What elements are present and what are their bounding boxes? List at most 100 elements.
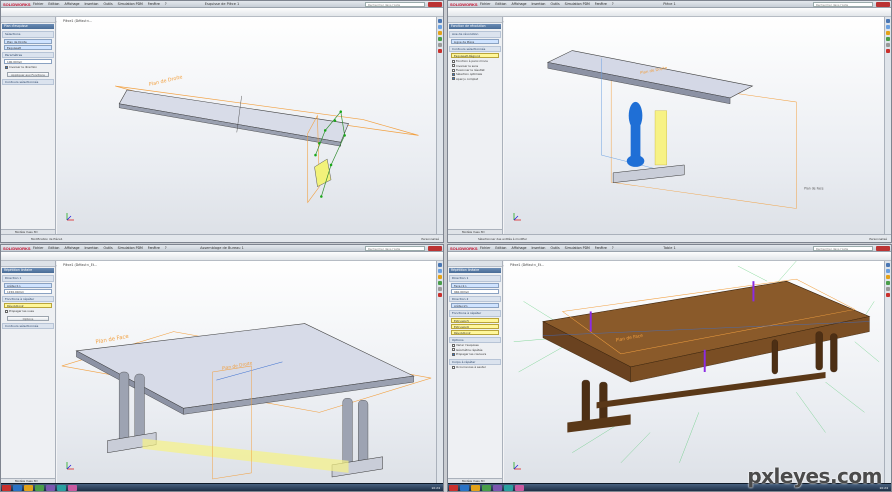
checkbox-row[interactable]: Inverser la direction <box>1 65 55 69</box>
model-view[interactable]: Plan de Face <box>504 261 884 483</box>
selection-box[interactable]: 100.00mm <box>4 59 52 65</box>
task-pane-icon[interactable] <box>438 43 442 47</box>
checkbox[interactable] <box>5 65 8 69</box>
taskbar-app-icon[interactable] <box>493 485 502 491</box>
property-group-header[interactable]: Fonctions à répéter <box>2 295 54 303</box>
task-pane-icon[interactable] <box>438 19 442 23</box>
selection-box[interactable]: Extrusion6 <box>451 323 499 329</box>
property-group-header[interactable]: Contours sélectionnés <box>449 45 501 53</box>
checkbox[interactable] <box>452 365 455 369</box>
taskbar-app-icon[interactable] <box>57 485 66 491</box>
checkbox[interactable] <box>452 343 455 347</box>
task-pane-icon[interactable] <box>438 37 442 41</box>
task-pane-icon[interactable] <box>886 269 890 273</box>
task-pane-icon[interactable] <box>886 19 890 23</box>
panel-tabs[interactable] <box>448 17 502 23</box>
task-pane-icon[interactable] <box>438 31 442 35</box>
task-pane-icon[interactable] <box>438 275 442 279</box>
window-controls[interactable] <box>876 246 890 251</box>
checkbox[interactable] <box>5 309 8 313</box>
panel-tabs[interactable] <box>1 261 55 267</box>
taskbar-app-icon[interactable] <box>24 485 33 491</box>
taskbar-app-icon[interactable] <box>68 485 77 491</box>
window-controls[interactable] <box>876 2 890 7</box>
units-indicator[interactable]: Personnalisé <box>869 235 887 242</box>
property-group-header[interactable]: Contours sélectionnés <box>2 322 54 330</box>
checkbox[interactable] <box>452 348 455 352</box>
panel-tabs[interactable] <box>1 17 55 23</box>
task-pane-icon[interactable] <box>886 287 890 291</box>
taskbar-app-icon[interactable] <box>46 485 55 491</box>
option-button[interactable]: Options <box>7 315 49 321</box>
task-pane-icon[interactable] <box>438 287 442 291</box>
task-pane-icon[interactable] <box>886 293 890 297</box>
task-pane-icon[interactable] <box>438 25 442 29</box>
property-group-header[interactable]: Corps à répéter <box>449 358 501 366</box>
feature-tree-breadcrumb[interactable]: Pièce1 (Défaut<_Et... <box>510 263 544 267</box>
selection-box[interactable]: Révolution2 <box>451 329 499 335</box>
help-search-input[interactable]: Rechercher dans l'Aide <box>813 2 873 7</box>
taskbar-app-icon[interactable] <box>449 485 458 491</box>
task-pane-icon[interactable] <box>886 25 890 29</box>
selection-box[interactable]: Arête<1> <box>4 282 52 288</box>
checkbox-row[interactable]: Occurrences à sauter <box>448 365 502 369</box>
task-pane-icon[interactable] <box>438 263 442 267</box>
task-pane-icon[interactable] <box>886 31 890 35</box>
task-pane-icon[interactable] <box>886 263 890 267</box>
selection-box[interactable]: Esquisse8 <box>4 44 52 50</box>
taskbar-app-icon[interactable] <box>482 485 491 491</box>
option-button[interactable]: Appliquer aux Fonctions <box>7 71 49 77</box>
selection-box[interactable]: Arête<2> <box>451 303 499 309</box>
taskbar-app-icon[interactable] <box>504 485 513 491</box>
selection-box[interactable]: 940.00mm <box>451 288 499 294</box>
help-search-input[interactable]: Rechercher dans l'Aide <box>365 2 425 7</box>
model-view[interactable]: Plan de Droite <box>57 17 436 234</box>
graphics-viewport[interactable]: Plan de Droite Plan de Face <box>504 17 884 234</box>
panel-tabs[interactable] <box>448 261 502 267</box>
model-view[interactable]: Plan de Droite Plan de Face <box>504 17 884 234</box>
task-pane-icon[interactable] <box>886 37 890 41</box>
feature-tree-breadcrumb[interactable]: Pièce1 (Défaut<_Et... <box>63 263 97 267</box>
taskbar-app-icon[interactable] <box>2 485 11 491</box>
checkbox[interactable] <box>452 72 455 76</box>
property-group-header[interactable]: Fonctions à répéter <box>449 310 501 317</box>
help-search-input[interactable]: Rechercher dans l'Aide <box>813 246 873 251</box>
selection-box[interactable]: Révolution2 <box>4 303 52 309</box>
task-pane-icon[interactable] <box>438 269 442 273</box>
task-pane-icon[interactable] <box>886 43 890 47</box>
task-pane-icon[interactable] <box>886 49 890 53</box>
window-controls[interactable] <box>428 2 442 7</box>
units-indicator[interactable]: Personnalisé <box>421 235 439 242</box>
selection-box[interactable]: Esquisse8-Région1 <box>451 53 499 59</box>
property-group-header[interactable]: Axe de révolution <box>449 31 501 38</box>
taskbar-app-icon[interactable] <box>13 485 22 491</box>
taskbar-app-icon[interactable] <box>460 485 469 491</box>
task-pane-icon[interactable] <box>438 293 442 297</box>
checkbox[interactable] <box>452 64 455 68</box>
property-group-header[interactable]: Direction 2 <box>449 295 501 303</box>
task-pane-icon[interactable] <box>886 281 890 285</box>
selection-box[interactable]: 1150.00mm <box>4 288 52 294</box>
selection-box[interactable]: Face<1> <box>451 282 499 288</box>
checkbox-row[interactable]: Aperçu complet <box>448 77 502 81</box>
checkbox[interactable] <box>452 352 455 356</box>
taskbar-app-icon[interactable] <box>471 485 480 491</box>
selection-box[interactable]: Extrusion5 <box>451 317 499 323</box>
graphics-viewport[interactable]: Plan de Face Pièce1 (Défaut<_Et... <box>504 261 884 483</box>
window-controls[interactable] <box>428 246 442 251</box>
selection-box[interactable]: Ligne de Pièce <box>451 38 499 44</box>
task-pane-icon[interactable] <box>438 49 442 53</box>
feature-tree-breadcrumb[interactable]: Pièce1 (Défaut<... <box>63 19 92 23</box>
checkbox-row[interactable]: Propager les couleurs <box>448 352 502 356</box>
model-view[interactable]: Plan de Face Plan de Droite <box>57 261 436 483</box>
checkbox[interactable] <box>452 59 455 63</box>
checkbox[interactable] <box>452 68 455 72</box>
property-group-header[interactable]: Direction 1 <box>2 275 54 282</box>
graphics-viewport[interactable]: Plan de Face Plan de Droite Pièce1 (Défa… <box>57 261 436 483</box>
taskbar-app-icon[interactable] <box>515 485 524 491</box>
help-search-input[interactable]: Rechercher dans l'Aide <box>365 246 425 251</box>
property-group-header[interactable]: Contours sélectionnés <box>2 78 54 86</box>
task-pane-icon[interactable] <box>438 281 442 285</box>
property-group-header[interactable]: Options <box>449 336 501 344</box>
checkbox[interactable] <box>452 77 455 81</box>
